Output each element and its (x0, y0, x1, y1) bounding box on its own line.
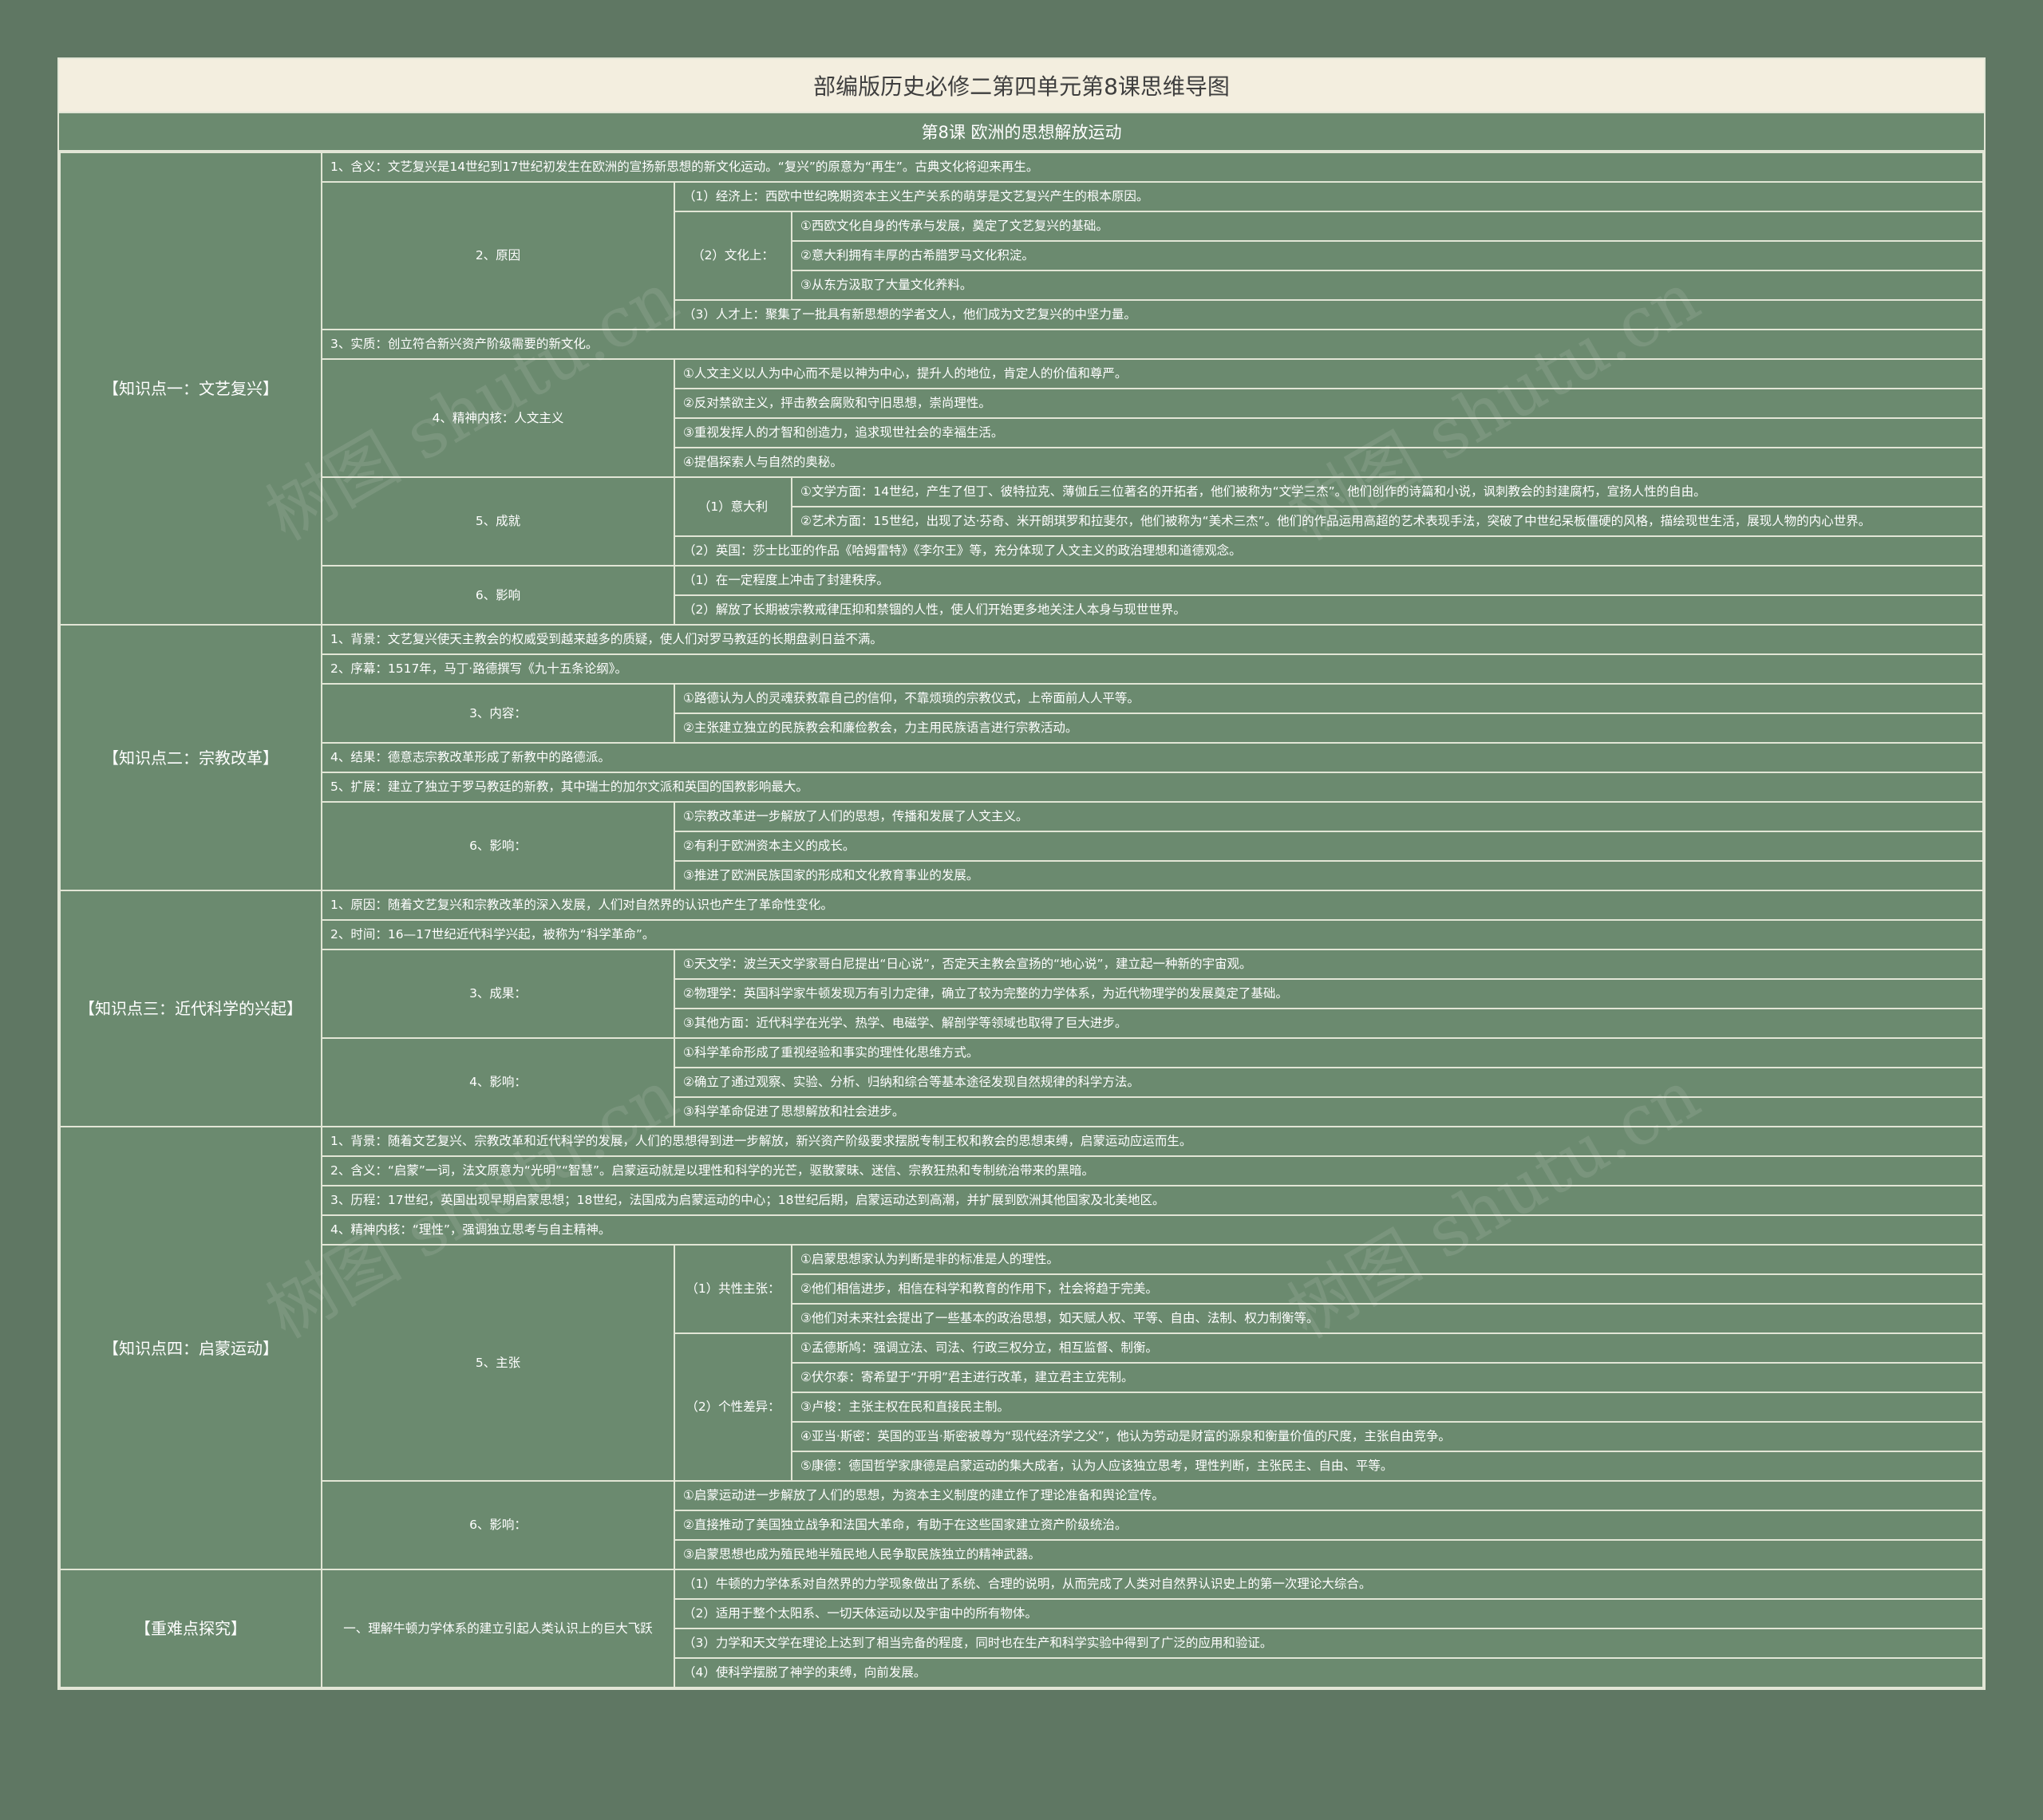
table-row: 4、结果：德意志宗教改革形成了新教中的路德派。 (60, 742, 1984, 773)
leaf-text: 5、扩展：建立了独立于罗马教廷的新教，其中瑞士的加尔文派和英国的国教影响最大。 (321, 772, 1984, 803)
leaf-text: 4、精神内核：“理性”，强调独立思考与自主精神。 (321, 1214, 1984, 1246)
table-row: 【知识点一：文艺复兴】 1、含义：文艺复兴是14世纪到17世纪初发生在欧洲的宣扬新… (59, 152, 1984, 626)
table-row: 6、影响： ①宗教改革进一步解放了人们的思想，传播和发展了人文主义。 (60, 801, 1984, 891)
branch-label: 3、内容： (321, 683, 675, 744)
table-row: 2、时间：16—17世纪近代科学兴起，被称为“科学革命”。 (60, 919, 1984, 950)
branch-label: （1）意大利 (674, 476, 792, 537)
table-row: 4、精神内核：“理性”，强调独立思考与自主精神。 (60, 1214, 1984, 1246)
table-row: 【知识点二：宗教改革】 1、背景：文艺复兴使天主教会的权威受到越来越多的质疑，使人… (59, 624, 1984, 891)
leaf-text: （2）解放了长期被宗教戒律压抑和禁锢的人性，使人们开始更多地关注人本身与现世世界… (674, 594, 1984, 626)
branch-label: （1）共性主张： (674, 1244, 792, 1334)
table-row: 6、影响： ①启蒙运动进一步解放了人们的思想，为资本主义制度的建立作了理论准备和舆… (60, 1480, 1984, 1570)
leaf-text: ①路德认为人的灵魂获救靠自己的信仰，不靠烦琐的宗教仪式，上帝面前人人平等。 (674, 683, 1984, 714)
leaf-text: （1）牛顿的力学体系对自然界的力学现象做出了系统、合理的说明，从而完成了人类对自… (674, 1569, 1984, 1600)
leaf-text: ②直接推动了美国独立战争和法国大革命，有助于在这些国家建立资产阶级统治。 (674, 1510, 1984, 1541)
table-row: 3、历程：17世纪，英国出现早期启蒙思想；18世纪，法国成为启蒙运动的中心；18… (60, 1185, 1984, 1216)
leaf-text: ②意大利拥有丰厚的古希腊罗马文化积淀。 (791, 240, 1984, 271)
leaf-text: （2）英国：莎士比亚的作品《哈姆雷特》《李尔王》等，充分体现了人文主义的政治理想… (674, 535, 1984, 567)
leaf-text: ③重视发挥人的才智和创造力，追求现世社会的幸福生活。 (674, 417, 1984, 448)
table-row: 5、扩展：建立了独立于罗马教廷的新教，其中瑞士的加尔文派和英国的国教影响最大。 (60, 772, 1984, 803)
leaf-text: ①人文主义以人为中心而不是以神为中心，提升人的地位，肯定人的价值和尊严。 (674, 358, 1984, 389)
leaf-text: 3、实质：创立符合新兴资产阶级需要的新文化。 (321, 329, 1984, 360)
leaf-text: （3）人才上：聚集了一批具有新思想的学者文人，他们成为文艺复兴的中坚力量。 (674, 299, 1984, 330)
table-row: 4、精神内核：人文主义 ①人文主义以人为中心而不是以神为中心，提升人的地位，肯定人… (60, 358, 1984, 478)
branch-label: 5、主张 (321, 1244, 675, 1482)
branch-label: 4、精神内核：人文主义 (321, 358, 675, 478)
leaf-text: ①西欧文化自身的传承与发展，奠定了文艺复兴的基础。 (791, 211, 1984, 242)
leaf-text: （4）使科学摆脱了神学的束缚，向前发展。 (674, 1657, 1984, 1688)
leaf-text: ①启蒙思想家认为判断是非的标准是人的理性。 (791, 1244, 1984, 1275)
leaf-text: ①宗教改革进一步解放了人们的思想，传播和发展了人文主义。 (674, 801, 1984, 832)
leaf-text: ⑤康德：德国哲学家康德是启蒙运动的集大成者，认为人应该独立思考，理性判断，主张民… (791, 1451, 1984, 1482)
leaf-text: ③卢梭：主张主权在民和直接民主制。 (791, 1392, 1984, 1423)
table-row: 2、序幕：1517年，马丁·路德撰写《九十五条论纲》。 (60, 653, 1984, 685)
section-label: 【知识点四：启蒙运动】 (59, 1126, 322, 1570)
leaf-text: ③从东方汲取了大量文化养料。 (791, 270, 1984, 301)
table-row: 3、实质：创立符合新兴资产阶级需要的新文化。 (60, 329, 1984, 360)
table-row: 【知识点四：启蒙运动】 1、背景：随着文艺复兴、宗教改革和近代科学的发展，人们的思… (59, 1126, 1984, 1570)
leaf-text: ②物理学：英国科学家牛顿发现万有引力定律，确立了较为完整的力学体系，为近代物理学… (674, 978, 1984, 1009)
leaf-text: 1、原因：随着文艺复兴和宗教改革的深入发展，人们对自然界的认识也产生了革命性变化… (321, 890, 1984, 921)
leaf-text: ②有利于欧洲资本主义的成长。 (674, 831, 1984, 862)
leaf-text: 2、含义：“启蒙”一词，法文原意为“光明”“智慧”。启蒙运动就是以理性和科学的光… (321, 1155, 1984, 1186)
branch-label: 4、影响： (321, 1037, 675, 1127)
branch-label: （2）文化上： (674, 211, 792, 301)
branch-label: （2）个性差异： (674, 1332, 792, 1482)
table-row: 6、影响 （1）在一定程度上冲击了封建秩序。 (60, 565, 1984, 626)
branch-label: 6、影响： (321, 801, 675, 891)
leaf-text: 2、时间：16—17世纪近代科学兴起，被称为“科学革命”。 (321, 919, 1984, 950)
leaf-text: ③启蒙思想也成为殖民地半殖民地人民争取民族独立的精神武器。 (674, 1539, 1984, 1570)
table-row: 5、成就 （1）意大利 ①文学方面：14世纪，产生了但丁、彼特拉克、薄伽丘三位著名的… (60, 476, 1984, 567)
table-row: 3、成果： ①天文学：波兰天文学家哥白尼提出“日心说”，否定天主教会宣扬的“地心说… (60, 949, 1984, 1039)
leaf-text: ①天文学：波兰天文学家哥白尼提出“日心说”，否定天主教会宣扬的“地心说”，建立起… (674, 949, 1984, 980)
leaf-text: ③他们对未来社会提出了一些基本的政治思想，如天赋人权、平等、自由、法制、权力制衡… (791, 1303, 1984, 1334)
leaf-text: ②他们相信进步，相信在科学和教育的作用下，社会将趋于完美。 (791, 1273, 1984, 1305)
section-label: 【知识点一：文艺复兴】 (59, 152, 322, 626)
table-row: 4、影响： ①科学革命形成了重视经验和事实的理性化思维方式。 (60, 1037, 1984, 1127)
leaf-text: 1、背景：随着文艺复兴、宗教改革和近代科学的发展，人们的思想得到进一步解放，新兴… (321, 1126, 1984, 1157)
leaf-text: ③其他方面：近代科学在光学、热学、电磁学、解剖学等领域也取得了巨大进步。 (674, 1008, 1984, 1039)
mind-map-table: 部编版历史必修二第四单元第8课思维导图 第8课 欧洲的思想解放运动 【知识点一：… (57, 57, 1986, 1690)
branch-label: 3、成果： (321, 949, 675, 1039)
leaf-text: 3、历程：17世纪，英国出现早期启蒙思想；18世纪，法国成为启蒙运动的中心；18… (321, 1185, 1984, 1216)
table-row: 【知识点三：近代科学的兴起】 1、原因：随着文艺复兴和宗教改革的深入发展，人们对自… (59, 890, 1984, 1127)
branch-label: 5、成就 (321, 476, 675, 567)
leaf-text: （2）适用于整个太阳系、一切天体运动以及宇宙中的所有物体。 (674, 1598, 1984, 1629)
branch-label: 2、原因 (321, 181, 675, 330)
leaf-text: ③科学革命促进了思想解放和社会进步。 (674, 1096, 1984, 1127)
leaf-text: ②艺术方面：15世纪，出现了达·芬奇、米开朗琪罗和拉斐尔，他们被称为“美术三杰”… (791, 506, 1984, 537)
section-label: 【知识点三：近代科学的兴起】 (59, 890, 322, 1127)
leaf-text: 2、序幕：1517年，马丁·路德撰写《九十五条论纲》。 (321, 653, 1984, 685)
leaf-text: ①孟德斯鸠：强调立法、司法、行政三权分立，相互监督、制衡。 (791, 1332, 1984, 1364)
branch-label: 一、理解牛顿力学体系的建立引起人类认识上的巨大飞跃 (321, 1569, 675, 1688)
outline-table: 【知识点一：文艺复兴】 1、含义：文艺复兴是14世纪到17世纪初发生在欧洲的宣扬新… (59, 152, 1984, 1688)
branch-label: 6、影响： (321, 1480, 675, 1570)
leaf-text: ①启蒙运动进一步解放了人们的思想，为资本主义制度的建立作了理论准备和舆论宣传。 (674, 1480, 1984, 1511)
table-row: 2、含义：“启蒙”一词，法文原意为“光明”“智慧”。启蒙运动就是以理性和科学的光… (60, 1155, 1984, 1186)
leaf-text: 1、含义：文艺复兴是14世纪到17世纪初发生在欧洲的宣扬新思想的新文化运动。“复… (321, 152, 1984, 183)
leaf-text: 4、结果：德意志宗教改革形成了新教中的路德派。 (321, 742, 1984, 773)
leaf-text: （3）力学和天文学在理论上达到了相当完备的程度，同时也在生产和科学实验中得到了广… (674, 1628, 1984, 1659)
leaf-text: ②伏尔泰：寄希望于“开明”君主进行改革，建立君主立宪制。 (791, 1362, 1984, 1393)
leaf-text: ③推进了欧洲民族国家的形成和文化教育事业的发展。 (674, 860, 1984, 891)
section-label: 【重难点探究】 (59, 1569, 322, 1688)
leaf-text: ①文学方面：14世纪，产生了但丁、彼特拉克、薄伽丘三位著名的开拓者，他们被称为“… (791, 476, 1984, 507)
leaf-text: ④亚当·斯密：英国的亚当·斯密被尊为“现代经济学之父”，他认为劳动是财富的源泉和… (791, 1421, 1984, 1452)
table-row: 2、原因 （1）经济上：西欧中世纪晚期资本主义生产关系的萌芽是文艺复兴产生的根本原… (60, 181, 1984, 330)
leaf-text: （1）在一定程度上冲击了封建秩序。 (674, 565, 1984, 596)
lesson-title: 第8课 欧洲的思想解放运动 (59, 113, 1984, 152)
page-title: 部编版历史必修二第四单元第8课思维导图 (59, 59, 1984, 113)
leaf-text: ②主张建立独立的民族教会和廉俭教会，力主用民族语言进行宗教活动。 (674, 713, 1984, 744)
branch-label: 6、影响 (321, 565, 675, 626)
leaf-text: （1）经济上：西欧中世纪晚期资本主义生产关系的萌芽是文艺复兴产生的根本原因。 (674, 181, 1984, 212)
leaf-text: 1、背景：文艺复兴使天主教会的权威受到越来越多的质疑，使人们对罗马教廷的长期盘剥… (321, 624, 1984, 655)
leaf-text: ④提倡探索人与自然的奥秘。 (674, 447, 1984, 478)
table-row: 【重难点探究】 一、理解牛顿力学体系的建立引起人类认识上的巨大飞跃 （1）牛顿的力学… (59, 1569, 1984, 1688)
leaf-text: ①科学革命形成了重视经验和事实的理性化思维方式。 (674, 1037, 1984, 1068)
table-row: 3、内容： ①路德认为人的灵魂获救靠自己的信仰，不靠烦琐的宗教仪式，上帝面前人人平… (60, 683, 1984, 744)
section-label: 【知识点二：宗教改革】 (59, 624, 322, 891)
table-row: 5、主张 （1）共性主张： ①启蒙思想家认为判断是非的标准是人的理性。 (60, 1244, 1984, 1482)
leaf-text: ②确立了通过观察、实验、分析、归纳和综合等基本途径发现自然规律的科学方法。 (674, 1067, 1984, 1098)
leaf-text: ②反对禁欲主义，抨击教会腐败和守旧思想，崇尚理性。 (674, 388, 1984, 419)
